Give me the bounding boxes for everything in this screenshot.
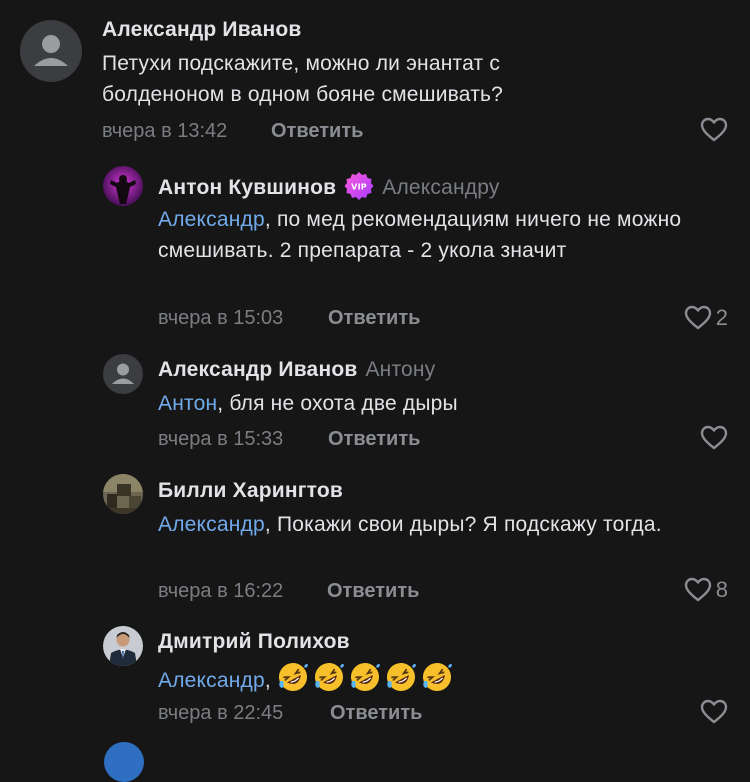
rolling-on-floor-laughing-emoji [277,661,309,693]
reply-button[interactable]: Ответить [271,120,363,143]
comment-text: Антон, бля не охота две дыры [158,388,718,419]
comment-time: вчера в 15:33 [158,428,284,450]
heart-icon [684,305,711,330]
author-name[interactable]: Дмитрий Полихов [158,630,350,653]
emoji-row [277,663,457,692]
reply-button[interactable]: Ответить [328,428,420,451]
default-user-icon[interactable] [20,20,82,82]
mention-link[interactable]: Антон [158,392,217,415]
comment-time: вчера в 13:42 [102,120,228,142]
comment-body: , Покажи свои дыры? Я подскажу тогда. [264,513,662,536]
mention-link[interactable]: Александр [158,669,265,692]
heart-icon [700,425,728,450]
comment-author[interactable]: Антон Кувшинов VIP Александру [158,171,500,201]
heart-icon [700,699,728,724]
room-photo-avatar[interactable] [103,474,143,514]
mention-link[interactable]: Александр [158,513,265,536]
comment-text: Петухи подскажите, можно ли энантат с бо… [102,52,504,106]
svg-text:VIP: VIP [351,183,367,192]
rolling-on-floor-laughing-emoji [421,661,453,693]
like-button[interactable]: 2 [684,303,728,333]
like-button[interactable] [700,423,728,453]
rolling-on-floor-laughing-emoji [313,661,345,693]
comment-author[interactable]: Билли Харингтов [158,479,343,503]
comment-body: , [264,669,271,692]
comment-time: вчера в 16:22 [158,580,284,602]
comment-time: вчера в 15:03 [158,307,284,329]
comment-body: , бля не охота две дыры [217,392,458,415]
reply-button[interactable]: Ответить [328,307,420,330]
like-button[interactable] [700,115,728,145]
reply-button[interactable]: Ответить [327,580,419,603]
next-comment-avatar[interactable] [104,742,144,782]
comment-text: Александр, [158,661,718,696]
comment-author[interactable]: Александр Иванов Антону [158,358,435,382]
heart-icon [700,117,728,142]
comment-author[interactable]: Дмитрий Полихов [158,630,350,654]
like-count: 8 [715,577,728,602]
bodybuilder-avatar[interactable] [103,166,143,206]
author-name[interactable]: Билли Харингтов [158,479,343,502]
author-name[interactable]: Александр Иванов [158,358,357,381]
vip-badge-icon: VIP [344,171,374,201]
reply-button[interactable]: Ответить [330,702,422,725]
rolling-on-floor-laughing-emoji [385,661,417,693]
like-count: 2 [715,305,728,330]
comment-time: вчера в 22:45 [158,702,284,724]
reply-to-label: Антону [365,358,436,381]
like-button[interactable]: 8 [684,575,728,605]
like-button[interactable] [700,697,728,727]
man-in-suit-avatar[interactable] [103,626,143,666]
heart-icon [684,577,711,602]
mention-link[interactable]: Александр [158,208,265,231]
comment-author[interactable]: Александр Иванов [102,18,301,42]
comment-text: Александр, по мед рекомендациям ничего н… [158,204,718,266]
comment-text: Александр, Покажи свои дыры? Я подскажу … [158,509,718,540]
rolling-on-floor-laughing-emoji [349,661,381,693]
default-user-icon[interactable] [103,354,143,394]
reply-to-label: Александру [382,176,500,199]
author-name[interactable]: Антон Кувшинов [158,176,336,199]
